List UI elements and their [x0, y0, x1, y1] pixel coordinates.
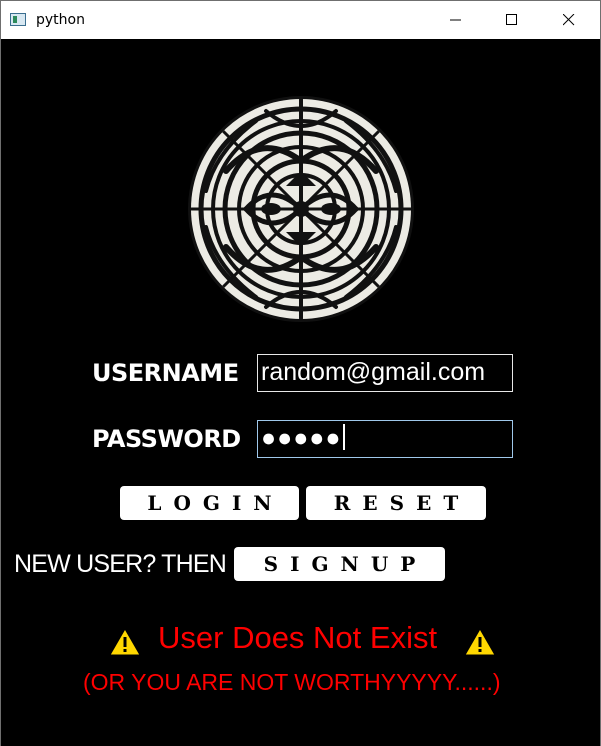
app-window: python USERNAME random@gmail.com PASSWOR…	[0, 0, 601, 746]
close-button[interactable]	[546, 1, 592, 39]
signup-prompt: NEW USER? THEN	[14, 550, 227, 578]
title-bar[interactable]: python	[1, 1, 600, 39]
window-title: python	[36, 12, 85, 28]
warning-icon	[464, 628, 496, 656]
maximize-icon	[506, 14, 517, 25]
username-label: USERNAME	[92, 359, 239, 387]
tribal-emblem-icon	[188, 96, 414, 322]
error-subtitle: (OR YOU ARE NOT WORTHYYYYY......)	[83, 669, 501, 695]
reset-button[interactable]: RESET	[306, 486, 486, 520]
username-value: random@gmail.com	[261, 358, 486, 386]
maximize-button[interactable]	[489, 1, 535, 39]
close-icon	[563, 14, 575, 26]
password-input[interactable]: ●●●●●	[257, 420, 513, 458]
login-button[interactable]: LOGIN	[120, 486, 299, 520]
app-icon	[10, 13, 26, 26]
signup-button[interactable]: SIGNUP	[234, 547, 445, 581]
warning-icon	[109, 628, 141, 656]
password-value: ●●●●●	[261, 424, 342, 452]
username-input[interactable]: random@gmail.com	[257, 354, 513, 392]
login-panel: USERNAME random@gmail.com PASSWORD ●●●●●…	[1, 39, 600, 746]
error-title: User Does Not Exist	[158, 620, 438, 655]
minimize-button[interactable]	[433, 1, 479, 39]
minimize-icon	[450, 19, 461, 21]
text-caret	[342, 424, 345, 450]
password-label: PASSWORD	[92, 425, 241, 453]
